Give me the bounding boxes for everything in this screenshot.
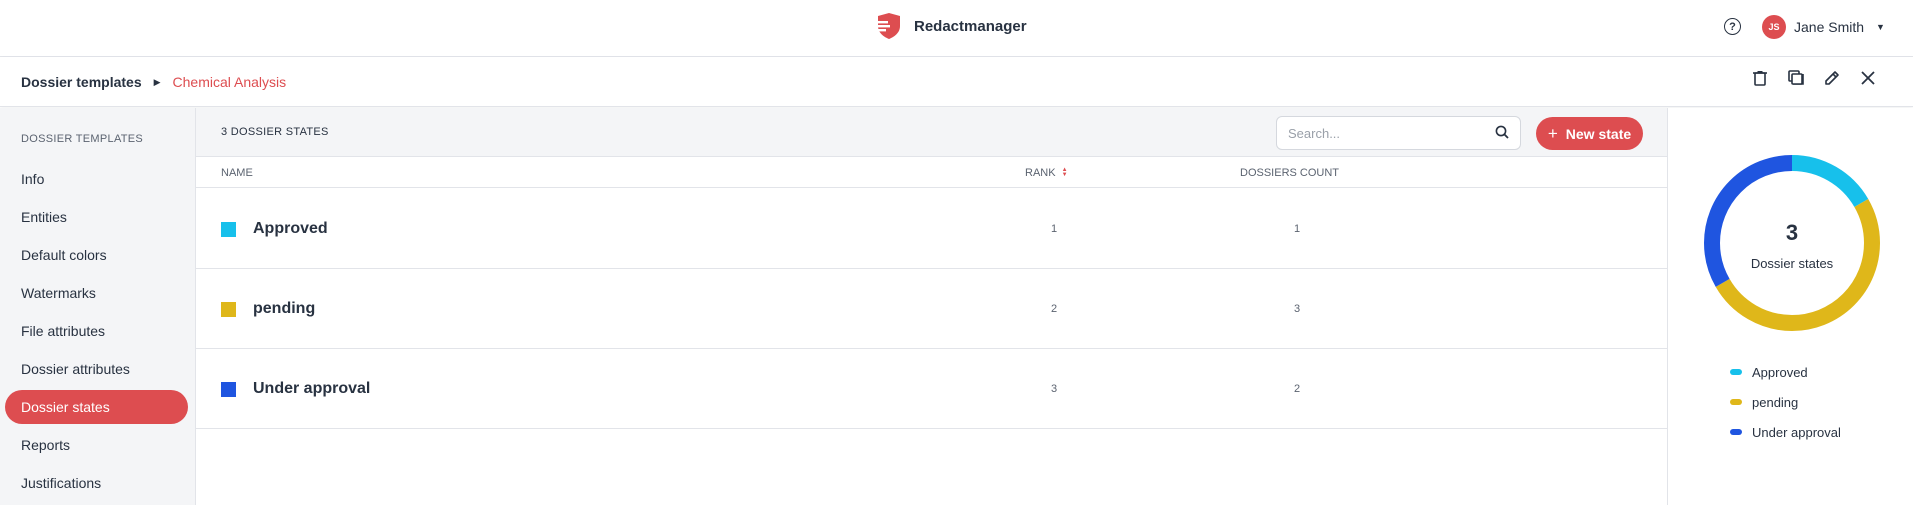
state-color-swatch [221,222,236,237]
sidebar: DOSSIER TEMPLATES Info Entities Default … [0,108,196,505]
legend-item-under-approval: Under approval [1730,417,1841,447]
plus-icon: + [1547,123,1558,143]
state-rank: 3 [1050,383,1058,395]
state-name: Under approval [253,380,371,397]
sidebar-item-entities[interactable]: Entities [5,200,188,234]
new-state-label: New state [1565,125,1632,142]
legend-swatch [1730,369,1742,375]
template-actions [1752,70,1876,86]
column-header-count[interactable]: DOSSIERS COUNT [1240,167,1339,179]
sidebar-item-watermarks[interactable]: Watermarks [5,276,188,310]
legend-swatch [1730,429,1742,435]
sidebar-item-dossier-attributes[interactable]: Dossier attributes [5,352,188,386]
legend-label: Approved [1752,364,1808,380]
sidebar-item-info[interactable]: Info [5,162,188,196]
chevron-right-icon: ▶ [153,76,161,87]
user-menu[interactable]: JS Jane Smith ▼ [1762,15,1885,39]
sidebar-item-dossier-states[interactable]: Dossier states [5,390,188,424]
column-header-rank-label: RANK [1025,167,1056,179]
list-toolbar: 3 DOSSIER STATES + New state [196,108,1667,157]
breadcrumb-bar: Dossier templates ▶ Chemical Analysis [0,57,1913,107]
breadcrumb-current[interactable]: Chemical Analysis [173,74,287,90]
donut-label: Dossier states [1750,256,1834,271]
search-icon[interactable] [1495,125,1509,139]
app-name: Redactmanager [914,17,1027,35]
shield-logo-icon [874,13,900,39]
sort-icon: ▲ ▼ [1061,167,1068,178]
state-dossiers-count: 3 [1293,303,1301,315]
avatar: JS [1762,15,1786,39]
help-circle-icon[interactable]: ? [1724,18,1741,35]
close-icon[interactable] [1860,70,1876,86]
summary-panel: 3 Dossier states Approved pending Under … [1667,108,1913,505]
legend-label: Under approval [1752,424,1841,440]
legend-label: pending [1752,394,1799,410]
legend-item-approved: Approved [1730,357,1841,387]
table-header: NAME RANK ▲ ▼ DOSSIERS COUNT [196,158,1667,188]
legend-item-pending: pending [1730,387,1841,417]
donut-legend: Approved pending Under approval [1730,357,1841,447]
states-list: 3 DOSSIER STATES + New state NAME RANK ▲… [196,108,1667,505]
edit-icon[interactable] [1824,70,1840,86]
breadcrumb: Dossier templates ▶ Chemical Analysis [21,74,286,90]
caret-down-icon: ▼ [1876,22,1885,32]
user-name: Jane Smith [1794,19,1865,35]
top-bar: Redactmanager ? JS Jane Smith ▼ [0,0,1913,57]
column-header-rank[interactable]: RANK ▲ ▼ [1025,167,1068,179]
state-rank: 2 [1050,303,1058,315]
table-row[interactable]: pending 2 3 [196,269,1667,349]
sidebar-item-default-colors[interactable]: Default colors [5,238,188,272]
copy-icon[interactable] [1788,70,1804,86]
table-row[interactable]: Under approval 3 2 [196,349,1667,429]
app-brand[interactable]: Redactmanager [874,11,1027,41]
state-color-swatch [221,382,236,397]
sidebar-title: DOSSIER TEMPLATES [21,133,144,145]
sidebar-item-file-attributes[interactable]: File attributes [5,314,188,348]
delete-icon[interactable] [1752,70,1768,86]
breadcrumb-root[interactable]: Dossier templates [21,74,142,90]
state-rank: 1 [1050,223,1058,235]
state-name: Approved [253,220,328,237]
table-row[interactable]: Approved 1 1 [196,189,1667,269]
search-input[interactable] [1276,116,1521,150]
sidebar-item-reports[interactable]: Reports [5,428,188,462]
column-header-name[interactable]: NAME [221,167,253,179]
state-name: pending [253,300,316,317]
sidebar-item-justifications[interactable]: Justifications [5,466,188,500]
state-color-swatch [221,302,236,317]
new-state-button[interactable]: + New state [1536,117,1643,150]
legend-swatch [1730,399,1742,405]
state-dossiers-count: 2 [1293,383,1301,395]
state-dossiers-count: 1 [1293,223,1301,235]
donut-total: 3 [1785,220,1799,245]
states-count: 3 DOSSIER STATES [221,126,329,138]
